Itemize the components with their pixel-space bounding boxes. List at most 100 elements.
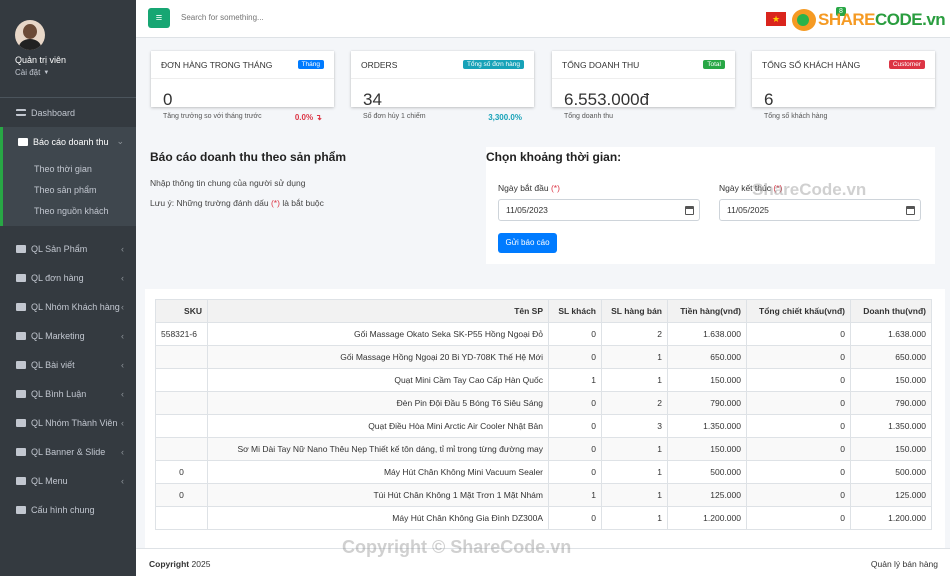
chevron-left-icon: ‹: [121, 243, 124, 254]
document-icon: [16, 360, 26, 369]
sidebar-subitem-by-time[interactable]: Theo thời gian: [3, 159, 136, 180]
table-cell: 0: [548, 322, 602, 346]
end-date-input[interactable]: 11/05/2025: [719, 199, 921, 221]
table-cell: 1.350.000: [850, 414, 932, 438]
table-cell: 1: [601, 460, 668, 484]
table-cell: [155, 414, 208, 438]
card-desc: Tổng số khách hàng: [764, 113, 828, 120]
card-label: Customer: [888, 60, 925, 69]
card-value: 34: [363, 90, 382, 109]
image-icon: [16, 447, 26, 456]
date-range-form: Chọn khoảng thời gian: Ngày bắt đầu (*) …: [486, 147, 935, 264]
avatar[interactable]: [15, 20, 45, 50]
table-cell: Máy Hút Chân Không Gia Đình DZ300A: [207, 506, 549, 530]
col-customers[interactable]: SL khách: [548, 299, 602, 323]
sidebar-item-posts[interactable]: QL Bài viết ‹: [0, 350, 136, 379]
submit-report-button[interactable]: Gửi báo cáo: [498, 233, 557, 253]
sidebar-item-member-groups[interactable]: QL Nhóm Thành Viên ‹: [0, 408, 136, 437]
sidebar-item-orders[interactable]: QL đơn hàng ‹: [0, 263, 136, 292]
table-cell: 1.638.000: [667, 322, 747, 346]
start-date-input[interactable]: 11/05/2023: [498, 199, 700, 221]
table-cell: 0: [746, 368, 851, 392]
table-cell: 2: [601, 391, 668, 415]
table-row[interactable]: Đèn Pin Đội Đầu 5 Bóng T6 Siêu Sáng 0 2 790…: [155, 391, 932, 415]
table-cell: 150.000: [667, 368, 747, 392]
sidebar-item-marketing[interactable]: QL Marketing ‹: [0, 321, 136, 350]
calendar-icon[interactable]: [906, 206, 915, 215]
table-row[interactable]: Sơ Mi Dài Tay Nữ Nano Thêu Nẹp Thiết kế …: [155, 437, 932, 461]
card-title: ĐƠN HÀNG TRONG THÁNG: [161, 59, 273, 70]
user-settings-link[interactable]: Cài đặt ▼: [15, 68, 121, 77]
table-row[interactable]: 558321-6 Gối Massage Okato Seka SK-P55 Hồ…: [155, 322, 932, 346]
table-cell: Sơ Mi Dài Tay Nữ Nano Thêu Nẹp Thiết kế …: [207, 437, 549, 461]
table-cell: 1.200.000: [850, 506, 932, 530]
sidebar-item-label: Cấu hình chung: [31, 504, 95, 515]
table-row[interactable]: Gối Massage Hồng Ngoại 20 Bi YD-708K Thế…: [155, 345, 932, 369]
table-row[interactable]: Quạt Mini Cầm Tay Cao Cấp Hàn Quốc 1 1 150.…: [155, 368, 932, 392]
stat-card-customers: TỔNG SỐ KHÁCH HÀNG Customer 6 Tổng số khá…: [752, 51, 935, 120]
sidebar-item-label: QL đơn hàng: [31, 272, 84, 283]
user-icon: [16, 418, 26, 427]
sidebar-item-settings[interactable]: Cấu hình chung: [0, 495, 136, 524]
chevron-left-icon: ‹: [121, 446, 124, 457]
comment-icon: [16, 389, 26, 398]
sidebar-item-comments[interactable]: QL Bình Luận ‹: [0, 379, 136, 408]
chevron-left-icon: ‹: [121, 330, 124, 341]
table-cell: Gối Massage Hồng Ngoại 20 Bi YD-708K Thế…: [207, 345, 549, 369]
table-row[interactable]: Máy Hút Chân Không Gia Đình DZ300A 0 1 1.20…: [155, 506, 932, 530]
table-cell: 0: [548, 437, 602, 461]
table-row[interactable]: Quạt Điều Hòa Mini Arctic Air Cooler Nhậ…: [155, 414, 932, 438]
end-date-label: Ngày kết thúc (*): [719, 183, 783, 193]
sidebar-item-customer-groups[interactable]: QL Nhóm Khách hàng ‹: [0, 292, 136, 321]
sidebar-item-label: Báo cáo doanh thu: [33, 136, 109, 147]
table-cell: 0: [155, 460, 208, 484]
table-cell: 558321-6: [155, 322, 208, 346]
chevron-left-icon: ‹: [121, 301, 124, 312]
table-cell: 650.000: [667, 345, 747, 369]
table-cell: 3: [601, 414, 668, 438]
card-pct: 3,300.0%: [488, 113, 522, 122]
table-cell: 0: [746, 322, 851, 346]
user-panel: Quản trị viên Cài đặt ▼: [0, 0, 136, 97]
calendar-icon[interactable]: [685, 206, 694, 215]
cube-icon: [16, 244, 26, 253]
logo-text: SHARECODE.vn: [818, 10, 946, 29]
table-cell: 0: [746, 437, 851, 461]
card-label: Total: [703, 60, 725, 69]
sidebar-subitem-by-product[interactable]: Theo sản phẩm: [3, 180, 136, 201]
sidebar-subitem-by-source[interactable]: Theo nguồn khách: [3, 201, 136, 222]
card-pct: 0.0% ↴: [294, 113, 322, 122]
sidebar-item-dashboard[interactable]: Dashboard: [0, 98, 136, 127]
sidebar-item-products[interactable]: QL Sản Phẩm ‹: [0, 234, 136, 263]
table-cell: 1: [548, 483, 602, 507]
col-discount[interactable]: Tổng chiết khấu(vnđ): [746, 299, 851, 323]
end-date-value: 11/05/2025: [727, 205, 769, 215]
sidebar-item-banners[interactable]: QL Banner & Slide ‹: [0, 437, 136, 466]
marketing-icon: [16, 331, 26, 340]
col-revenue[interactable]: Doanh thu(vnđ): [850, 299, 932, 323]
menu-toggle-button[interactable]: ≡: [148, 8, 170, 28]
col-sku[interactable]: SKU: [155, 299, 208, 323]
sidebar-item-label: Dashboard: [31, 107, 76, 118]
sidebar-item-menu[interactable]: QL Menu ‹: [0, 466, 136, 495]
table-cell: 1: [601, 437, 668, 461]
card-value: 6.553.000đ: [564, 90, 650, 109]
sidebar-item-label: QL Bình Luận: [31, 388, 87, 399]
user-icon: [16, 302, 26, 311]
col-qty-sold[interactable]: SL hàng bán: [601, 299, 668, 323]
table-cell: [155, 345, 208, 369]
card-title: ORDERS: [361, 59, 398, 70]
topbar: ≡ ★ 8 SHARECODE.vn: [136, 0, 950, 38]
dashboard-icon: [16, 109, 26, 116]
col-product-name[interactable]: Tên SP: [207, 299, 549, 323]
table-cell: Quạt Điều Hòa Mini Arctic Air Cooler Nhậ…: [207, 414, 549, 438]
table-row[interactable]: 0 Máy Hút Chân Không Mini Vacuum Sealer 0 1…: [155, 460, 932, 484]
sidebar-item-report[interactable]: Báo cáo doanh thu ⌄: [0, 127, 136, 156]
user-name[interactable]: Quản trị viên: [15, 55, 121, 65]
card-label: Tháng: [297, 60, 324, 69]
table-cell: 0: [746, 506, 851, 530]
search-input[interactable]: [181, 13, 381, 22]
vietnam-flag-icon[interactable]: ★: [766, 12, 786, 26]
table-row[interactable]: 0 Túi Hút Chân Không 1 Mặt Trơn 1 Mặt Nhá…: [155, 483, 932, 507]
col-amount[interactable]: Tiền hàng(vnđ): [667, 299, 747, 323]
